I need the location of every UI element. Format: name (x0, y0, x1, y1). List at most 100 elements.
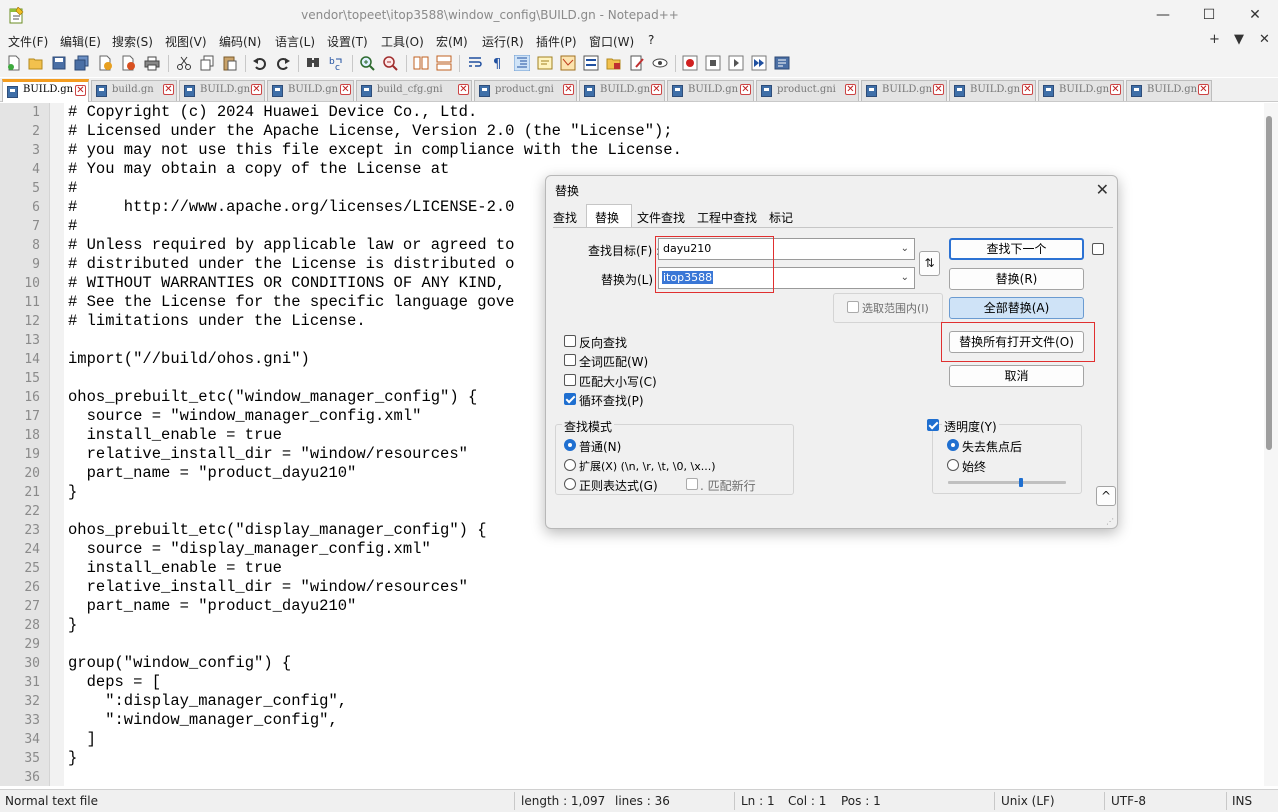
cancel-button[interactable]: 取消 (949, 365, 1084, 387)
fold-margin[interactable] (50, 103, 64, 786)
tab-build-gn-4[interactable]: BUILD.gn ✕ (267, 80, 354, 101)
tab-close-icon[interactable]: ✕ (845, 84, 856, 95)
sync-horizontal-icon[interactable] (436, 55, 452, 71)
monitor-icon[interactable] (652, 55, 668, 71)
tab-close-icon[interactable]: ✕ (458, 84, 469, 95)
tab-close-icon[interactable]: ✕ (1022, 84, 1033, 95)
status-encoding[interactable]: UTF-8 (1111, 794, 1146, 808)
menu-window[interactable]: 窗口(W) (589, 33, 634, 50)
match-case-checkbox[interactable] (564, 374, 576, 386)
search-mode-regex-radio[interactable] (564, 478, 576, 490)
record-macro-icon[interactable] (682, 55, 698, 71)
redo-icon[interactable] (275, 55, 291, 71)
vertical-scrollbar-thumb[interactable] (1266, 116, 1272, 450)
run-macro-multiple-icon[interactable] (751, 55, 767, 71)
play-macro-icon[interactable] (728, 55, 744, 71)
tab-build-gn-7[interactable]: BUILD.gn ✕ (861, 80, 947, 101)
open-file-icon[interactable] (28, 55, 44, 71)
menu-encoding[interactable]: 编码(N) (219, 33, 261, 50)
menu-help[interactable]: ? (648, 33, 654, 47)
tab-find-in-files[interactable]: 文件查找 (637, 209, 685, 226)
close-icon[interactable] (97, 55, 113, 71)
save-icon[interactable] (51, 55, 67, 71)
tab-build-cfg-gni[interactable]: build_cfg.gni ✕ (356, 80, 472, 101)
close-window-button[interactable]: ✕ (1232, 0, 1278, 31)
word-wrap-icon[interactable] (467, 55, 483, 71)
copy-icon[interactable] (199, 55, 215, 71)
wrap-around-checkbox[interactable] (564, 393, 576, 405)
find-icon[interactable] (305, 55, 321, 71)
new-file-icon[interactable] (6, 55, 22, 71)
chevron-down-icon[interactable]: ⌄ (901, 243, 909, 254)
tab-close-icon[interactable]: ✕ (1198, 84, 1209, 95)
tab-close-icon[interactable]: ✕ (163, 84, 174, 95)
replace-button[interactable]: 替换(R) (949, 268, 1084, 290)
in-selection-checkbox[interactable] (847, 301, 859, 313)
tab-list-dropdown-icon[interactable]: ▼ (1234, 32, 1244, 47)
menu-language[interactable]: 语言(L) (275, 33, 315, 50)
whole-word-checkbox[interactable] (564, 354, 576, 366)
transparency-always-radio[interactable] (947, 459, 959, 471)
doc-map-icon[interactable] (560, 55, 576, 71)
tab-close-icon[interactable]: ✕ (651, 84, 662, 95)
paste-icon[interactable] (222, 55, 238, 71)
search-mode-extended-radio[interactable] (564, 459, 576, 471)
replace-icon[interactable]: bc (328, 55, 344, 71)
language-icon[interactable] (537, 55, 553, 71)
replace-all-open-docs-button[interactable]: 替换所有打开文件(O) (949, 331, 1084, 353)
indent-guide-icon[interactable] (514, 55, 530, 71)
close-all-icon[interactable] (120, 55, 136, 71)
cut-icon[interactable] (176, 55, 192, 71)
maximize-button[interactable]: ☐ (1186, 0, 1232, 31)
collapse-dialog-icon[interactable]: ^ (1096, 486, 1116, 506)
new-tab-plus-icon[interactable]: + (1209, 32, 1220, 47)
tab-find-in-projects[interactable]: 工程中查找 (697, 209, 757, 226)
tab-close-icon[interactable]: ✕ (933, 84, 944, 95)
tab-build-gn-active[interactable]: BUILD.gn ✕ (2, 79, 89, 102)
menu-settings[interactable]: 设置(T) (327, 33, 368, 50)
menu-view[interactable]: 视图(V) (165, 33, 207, 50)
folder-workspace-icon[interactable] (606, 55, 622, 71)
replace-all-button[interactable]: 全部替换(A) (949, 297, 1084, 319)
tab-close-icon[interactable]: ✕ (340, 84, 351, 95)
show-all-chars-icon[interactable]: ¶ (490, 55, 506, 71)
tab-build-gn-3[interactable]: BUILD.gn ✕ (179, 80, 265, 101)
menu-plugins[interactable]: 插件(P) (536, 33, 577, 50)
chevron-down-icon[interactable]: ⌄ (901, 272, 909, 283)
find-next-button[interactable]: 查找下一个 (949, 238, 1084, 260)
transparency-on-lose-focus-radio[interactable] (947, 439, 959, 451)
document-pen-icon[interactable] (629, 55, 645, 71)
tab-product-gni-2[interactable]: product.gni ✕ (756, 80, 859, 101)
tab-product-gni[interactable]: product.gni ✕ (474, 80, 577, 101)
menu-run[interactable]: 运行(R) (482, 33, 524, 50)
tab-build-gn-8[interactable]: BUILD.gn ✕ (949, 80, 1036, 101)
tab-build-gn-2[interactable]: build.gn ✕ (91, 80, 177, 101)
tab-build-gn-5[interactable]: BUILD.gn ✕ (579, 80, 665, 101)
minimize-button[interactable]: — (1140, 0, 1186, 31)
swap-find-replace-icon[interactable]: ⇅ (919, 251, 940, 276)
tab-close-icon[interactable]: ✕ (75, 85, 86, 96)
close-document-icon[interactable]: ✕ (1259, 32, 1270, 47)
tab-replace[interactable]: 替换 (595, 209, 619, 226)
dialog-close-icon[interactable]: ✕ (1096, 180, 1109, 199)
menu-edit[interactable]: 编辑(E) (60, 33, 101, 50)
transparency-slider-thumb[interactable] (1019, 478, 1023, 487)
tab-close-icon[interactable]: ✕ (740, 84, 751, 95)
menu-file[interactable]: 文件(F) (8, 33, 48, 50)
backward-search-checkbox[interactable] (564, 335, 576, 347)
find-next-option-checkbox[interactable] (1092, 243, 1104, 255)
resize-grip-icon[interactable]: ⋰ (1106, 517, 1114, 526)
save-macro-icon[interactable] (774, 55, 790, 71)
status-insert-mode[interactable]: INS (1232, 794, 1252, 808)
zoom-in-icon[interactable] (359, 55, 375, 71)
menu-tools[interactable]: 工具(O) (381, 33, 424, 50)
sync-vertical-icon[interactable] (413, 55, 429, 71)
transparency-checkbox[interactable] (927, 419, 939, 431)
tab-find[interactable]: 查找 (553, 209, 577, 226)
tab-mark[interactable]: 标记 (769, 209, 793, 226)
function-list-icon[interactable] (583, 55, 599, 71)
stop-record-icon[interactable] (705, 55, 721, 71)
tab-close-icon[interactable]: ✕ (563, 84, 574, 95)
undo-icon[interactable] (252, 55, 268, 71)
status-eol[interactable]: Unix (LF) (1001, 794, 1055, 808)
